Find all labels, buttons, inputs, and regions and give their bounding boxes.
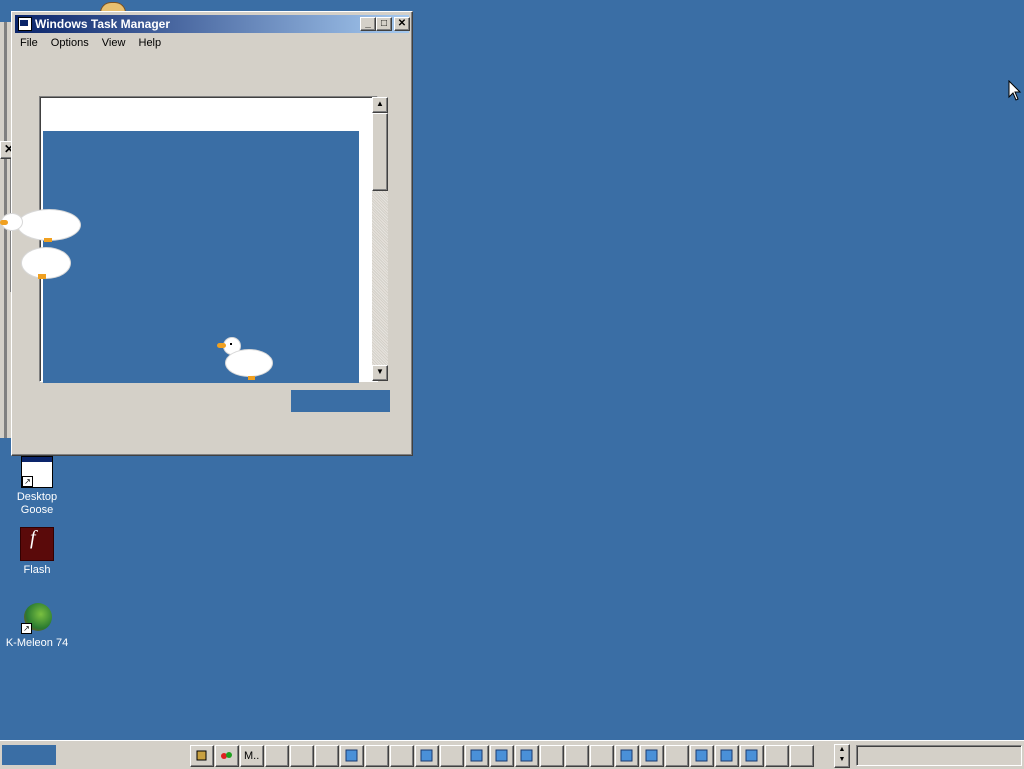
taskbar-window-button[interactable] xyxy=(340,745,364,767)
taskbar: M.. ▲ ▼ xyxy=(0,740,1024,769)
tool-icon xyxy=(196,750,207,761)
icon-label: K-Meleon 74 xyxy=(5,637,69,649)
icon-label: Flash xyxy=(23,564,51,576)
scroll-up-button[interactable]: ▲ xyxy=(372,97,388,113)
program-icon xyxy=(495,749,508,762)
taskbar-window-button[interactable] xyxy=(715,745,739,767)
taskbar-scroll[interactable]: ▲ ▼ xyxy=(834,744,850,768)
quicklaunch-button[interactable]: M.. xyxy=(240,745,264,767)
taskbar-window-button[interactable] xyxy=(740,745,764,767)
paint-icon xyxy=(221,752,232,759)
program-icon xyxy=(620,749,633,762)
system-tray xyxy=(856,745,1022,766)
shortcut-arrow-icon: ↗ xyxy=(21,623,32,634)
status-region xyxy=(291,390,390,412)
program-icon xyxy=(695,749,708,762)
taskbar-window-button[interactable] xyxy=(440,745,464,767)
goose-sprite[interactable] xyxy=(16,244,74,290)
desktop-icon-flash[interactable]: f Flash xyxy=(0,527,74,577)
taskbar-window-button[interactable] xyxy=(265,745,289,767)
quicklaunch-button[interactable] xyxy=(190,745,214,767)
window-title: Windows Task Manager xyxy=(35,17,171,31)
taskbar-window-button[interactable] xyxy=(765,745,789,767)
program-icon xyxy=(645,749,658,762)
taskbar-window-button[interactable] xyxy=(640,745,664,767)
icon-label: Desktop xyxy=(16,491,58,503)
quicklaunch-button[interactable] xyxy=(215,745,239,767)
menu-view[interactable]: View xyxy=(97,35,131,51)
menu-help[interactable]: Help xyxy=(134,35,167,51)
start-button[interactable] xyxy=(2,745,56,765)
program-icon xyxy=(745,749,758,762)
menu-options[interactable]: Options xyxy=(46,35,94,51)
scroll-up-icon[interactable]: ▲ xyxy=(835,745,849,755)
taskbar-window-button[interactable] xyxy=(390,745,414,767)
scroll-down-icon[interactable]: ▼ xyxy=(835,755,849,765)
program-icon xyxy=(720,749,733,762)
task-manager-icon xyxy=(18,17,32,31)
program-icon xyxy=(470,749,483,762)
shortcut-arrow-icon: ↗ xyxy=(22,476,33,487)
flash-icon: f xyxy=(20,527,54,561)
desktop-goose-icon: ↗ xyxy=(21,456,53,488)
taskbar-window-button[interactable] xyxy=(790,745,814,767)
taskbar-window-button[interactable] xyxy=(540,745,564,767)
close-button[interactable]: ✕ xyxy=(394,17,410,31)
taskbar-window-button[interactable] xyxy=(415,745,439,767)
title-bar[interactable]: Windows Task Manager _ □ ✕ xyxy=(15,15,410,33)
desktop-icon-k-meleon[interactable]: ↗ K-Meleon 74 xyxy=(0,602,74,650)
transparent-region xyxy=(43,131,359,383)
scroll-down-button[interactable]: ▼ xyxy=(372,365,388,381)
menu-file[interactable]: File xyxy=(15,35,43,51)
icon-label: Goose xyxy=(20,504,54,516)
desktop-icon-desktop-goose[interactable]: ↗ Desktop Goose xyxy=(0,456,74,517)
menu-bar: File Options View Help xyxy=(15,35,166,53)
k-meleon-icon: ↗ xyxy=(21,602,53,634)
mouse-pointer-icon xyxy=(1008,80,1022,101)
goose-sprite[interactable] xyxy=(0,200,84,250)
program-icon xyxy=(345,749,358,762)
taskbar-window-button[interactable] xyxy=(615,745,639,767)
quicklaunch-label: M.. xyxy=(244,750,260,762)
taskbar-window-button[interactable] xyxy=(515,745,539,767)
taskbar-window-button[interactable] xyxy=(365,745,389,767)
taskbar-window-button[interactable] xyxy=(565,745,589,767)
vertical-scrollbar[interactable]: ▲ ▼ xyxy=(372,97,388,381)
taskbar-window-button[interactable] xyxy=(290,745,314,767)
scroll-thumb[interactable] xyxy=(372,113,388,191)
taskbar-window-button[interactable] xyxy=(465,745,489,767)
taskbar-window-button[interactable] xyxy=(690,745,714,767)
taskbar-window-button[interactable] xyxy=(665,745,689,767)
taskbar-window-button[interactable] xyxy=(490,745,514,767)
maximize-button[interactable]: □ xyxy=(376,17,392,31)
process-list[interactable] xyxy=(39,96,378,383)
program-icon xyxy=(420,749,433,762)
minimize-button[interactable]: _ xyxy=(360,17,376,31)
program-icon xyxy=(520,749,533,762)
taskbar-window-button[interactable] xyxy=(315,745,339,767)
goose-sprite[interactable] xyxy=(216,334,276,390)
taskbar-window-button[interactable] xyxy=(590,745,614,767)
